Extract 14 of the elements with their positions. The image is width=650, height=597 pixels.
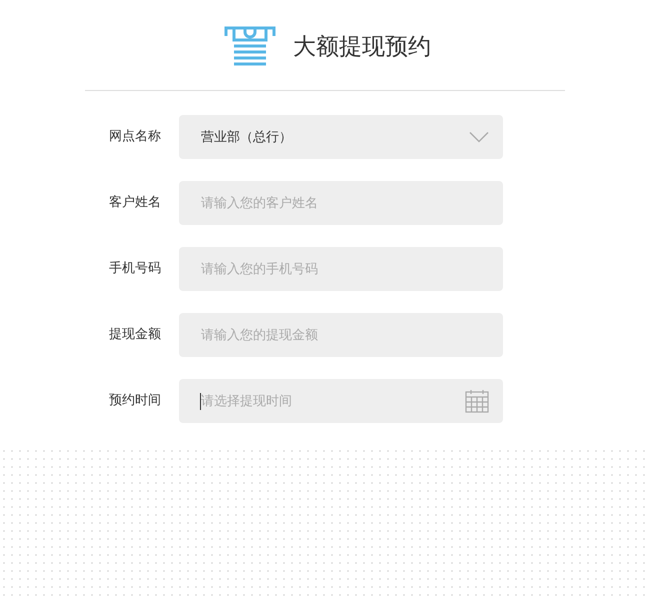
input-field[interactable]: 请输入您的客户姓名 — [179, 181, 503, 225]
chevron-down-icon — [469, 132, 489, 142]
calendar-icon — [465, 389, 489, 413]
date-field[interactable]: 请选择提现时间 — [179, 379, 503, 423]
field-label: 手机号码 — [109, 260, 162, 277]
cash-tray-icon — [223, 24, 277, 68]
field-label: 客户姓名 — [109, 194, 162, 211]
page-title: 大额提现预约 — [293, 32, 431, 62]
branch-select[interactable]: 营业部（总行） — [179, 115, 503, 159]
field-label: 提现金额 — [109, 326, 162, 343]
field-label: 预约时间 — [109, 392, 162, 409]
input-field[interactable]: 请输入您的手机号码 — [179, 247, 503, 291]
field-label: 网点名称 — [109, 128, 162, 145]
input-field[interactable]: 请输入您的提现金额 — [179, 313, 503, 357]
